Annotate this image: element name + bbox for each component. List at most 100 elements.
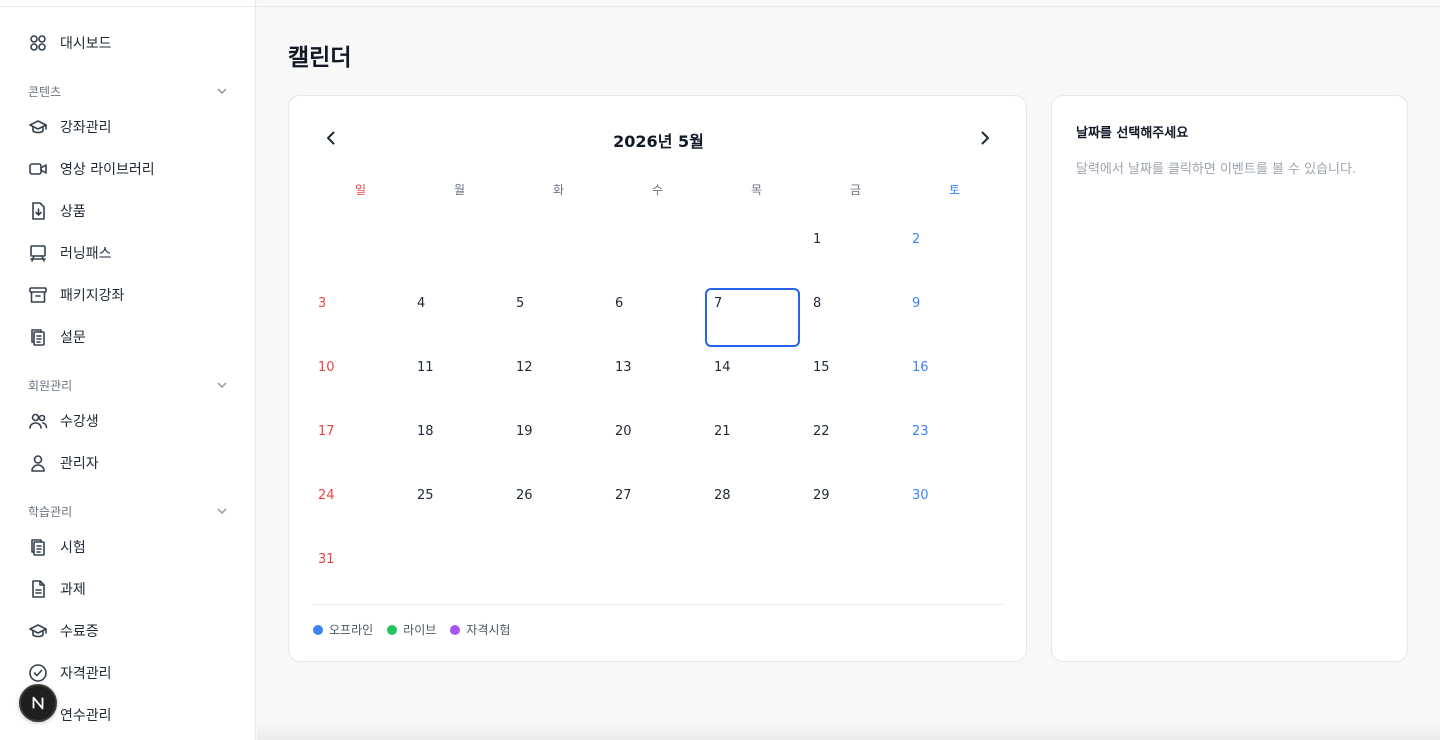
sidebar-item-qualifications[interactable]: 자격관리: [28, 661, 112, 685]
sidebar-item-label: 시험: [60, 540, 86, 556]
calendar-day-cell[interactable]: 24: [309, 480, 404, 539]
chevron-down-icon: [217, 382, 227, 389]
calendar-day-cell[interactable]: 10: [309, 352, 404, 411]
sidebar-item-label: 자격관리: [60, 666, 112, 682]
sidebar-item-certificates[interactable]: 수료증: [28, 619, 99, 643]
chevron-down-icon: [217, 88, 227, 95]
calendar-day-cell[interactable]: 25: [408, 480, 503, 539]
calendar-day-cell[interactable]: 6: [606, 288, 701, 347]
calendar-day-cell-selected[interactable]: 7: [705, 288, 800, 347]
section-learning-toggle[interactable]: 학습관리: [28, 502, 228, 520]
calendar-day-cell[interactable]: 22: [804, 416, 899, 475]
section-label: 콘텐츠: [28, 84, 62, 99]
clipboard-copy-icon: [28, 537, 48, 557]
legend-divider: [313, 604, 1003, 605]
event-detail-panel: 날짜를 선택해주세요 달력에서 날짜를 클릭하면 이벤트를 볼 수 있습니다.: [1051, 95, 1408, 662]
bottom-edge-shadow: [257, 722, 1440, 740]
weekday-label: 월: [453, 183, 466, 197]
calendar-day-cell[interactable]: 3: [309, 288, 404, 347]
panel-description: 달력에서 날짜를 클릭하면 이벤트를 볼 수 있습니다.: [1076, 162, 1357, 177]
chevron-right-icon: [981, 131, 989, 145]
sidebar-item-label: 영상 라이브러리: [60, 162, 155, 178]
calendar-day-cell[interactable]: 23: [903, 416, 998, 475]
weekday-label: 화: [552, 183, 565, 197]
sidebar-item-label: 연수관리: [60, 708, 112, 724]
legend-label: 자격시험: [466, 623, 511, 637]
nextjs-dev-badge[interactable]: [19, 684, 57, 722]
sidebar-top-divider: [0, 6, 256, 7]
page-title: 캘린더: [288, 45, 352, 71]
graduation-cap-icon: [28, 117, 48, 137]
calendar-day-cell[interactable]: 30: [903, 480, 998, 539]
video-camera-icon: [28, 159, 48, 179]
legend-dot: [313, 624, 323, 635]
calendar-day-cell[interactable]: 8: [804, 288, 899, 347]
sidebar-item-label: 설문: [60, 330, 86, 346]
sidebar-item-label: 강좌관리: [60, 120, 112, 136]
sidebar-item-package-courses[interactable]: 패키지강좌: [28, 283, 124, 307]
header-divider: [257, 6, 1440, 7]
sidebar-item-label: 러닝패스: [60, 246, 112, 262]
clipboard-copy-icon: [28, 327, 48, 347]
weekday-label: 목: [750, 183, 763, 197]
calendar-day-cell[interactable]: 15: [804, 352, 899, 411]
legend-label: 오프라인: [329, 623, 374, 637]
chevron-down-icon: [217, 508, 227, 515]
calendar-day-cell[interactable]: 13: [606, 352, 701, 411]
calendar-day-cell[interactable]: 14: [705, 352, 800, 411]
event-legend: 오프라인 라이브 자격시험: [313, 621, 524, 638]
sidebar-item-dashboard[interactable]: 대시보드: [28, 31, 112, 55]
calendar-day-cell[interactable]: 5: [507, 288, 602, 347]
sidebar-item-label: 상품: [60, 204, 86, 220]
calendar-day-cell[interactable]: 20: [606, 416, 701, 475]
calendar-day-cell[interactable]: 26: [507, 480, 602, 539]
sidebar-item-products[interactable]: 상품: [28, 199, 86, 223]
sidebar-item-students[interactable]: 수강생: [28, 409, 99, 433]
presentation-board-icon: [28, 243, 48, 263]
calendar-day-cell[interactable]: 11: [408, 352, 503, 411]
sidebar-item-video-library[interactable]: 영상 라이브러리: [28, 157, 155, 181]
dashboard-grid-icon: [28, 33, 48, 53]
calendar-day-cell[interactable]: 17: [309, 416, 404, 475]
calendar-day-cell[interactable]: 4: [408, 288, 503, 347]
legend-item-certification-exam: 자격시험: [450, 621, 510, 638]
calendar-day-cell[interactable]: 9: [903, 288, 998, 347]
calendar-day-cell[interactable]: 2: [903, 224, 998, 283]
archive-box-icon: [28, 285, 48, 305]
weekday-label: 수: [651, 183, 664, 197]
calendar-day-cell[interactable]: 12: [507, 352, 602, 411]
legend-item-live: 라이브: [387, 621, 436, 638]
next-month-button[interactable]: [971, 124, 999, 152]
check-circle-icon: [28, 663, 48, 683]
panel-title: 날짜를 선택해주세요: [1076, 126, 1189, 141]
sidebar-item-label: 수강생: [60, 414, 99, 430]
calendar-day-cell[interactable]: 18: [408, 416, 503, 475]
sidebar-item-assignments[interactable]: 과제: [28, 577, 86, 601]
calendar-day-cell[interactable]: 27: [606, 480, 701, 539]
sidebar-item-exams[interactable]: 시험: [28, 535, 86, 559]
users-icon: [28, 411, 48, 431]
section-label: 회원관리: [28, 378, 73, 393]
sidebar-item-label: 과제: [60, 582, 86, 598]
sidebar-item-label: 수료증: [60, 624, 99, 640]
sidebar-item-admins[interactable]: 관리자: [28, 451, 99, 475]
calendar-day-cell[interactable]: 19: [507, 416, 602, 475]
section-members-toggle[interactable]: 회원관리: [28, 376, 228, 394]
weekday-label: 금: [849, 183, 862, 197]
calendar-day-cell[interactable]: 31: [309, 544, 404, 603]
calendar-day-cell[interactable]: 1: [804, 224, 899, 283]
legend-item-offline: 오프라인: [313, 621, 373, 638]
calendar-day-cell[interactable]: 28: [705, 480, 800, 539]
user-icon: [28, 453, 48, 473]
document-icon: [28, 579, 48, 599]
calendar-day-cell[interactable]: 29: [804, 480, 899, 539]
weekday-label: 토: [948, 183, 961, 197]
calendar-day-cell[interactable]: 16: [903, 352, 998, 411]
sidebar: 대시보드 콘텐츠 강좌관리 영상 라이브러리 상품 러닝패스 패키지강좌 설문 …: [0, 0, 256, 740]
section-content-toggle[interactable]: 콘텐츠: [28, 82, 228, 100]
month-title: 2026년 5월: [613, 132, 704, 151]
calendar-day-cell[interactable]: 21: [705, 416, 800, 475]
sidebar-item-learning-path[interactable]: 러닝패스: [28, 241, 112, 265]
sidebar-item-survey[interactable]: 설문: [28, 325, 86, 349]
sidebar-item-courses[interactable]: 강좌관리: [28, 115, 112, 139]
